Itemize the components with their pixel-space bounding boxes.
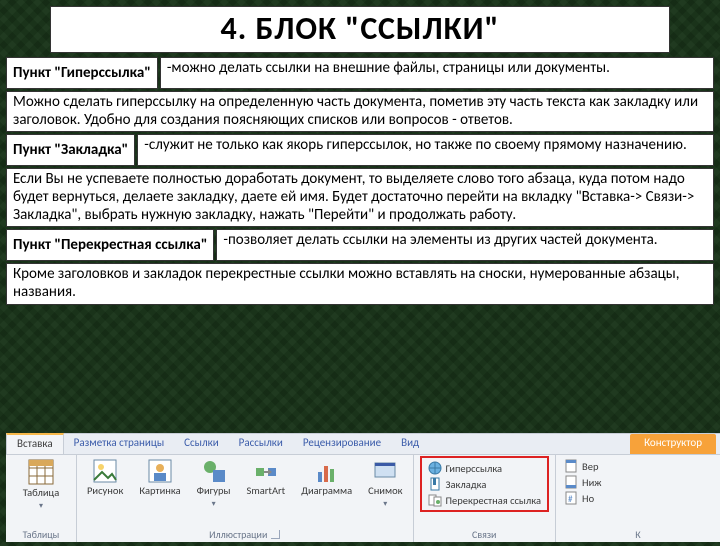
group-links: Гиперссылка Закладка Перекрестная ссылка… xyxy=(414,455,557,542)
group-label-links: Связи xyxy=(420,526,550,541)
dialog-launcher-icon[interactable] xyxy=(271,530,280,539)
word-ribbon: Вставка Разметка страницы Ссылки Рассылк… xyxy=(6,433,720,542)
chevron-down-icon: ▾ xyxy=(383,499,387,509)
crossref-label: Перекрестная ссылка xyxy=(446,494,542,507)
screenshot-icon xyxy=(372,458,398,484)
tab-designer[interactable]: Конструктор xyxy=(630,434,716,454)
group-label-illustrations: Иллюстрации xyxy=(83,526,407,541)
tab-insert[interactable]: Вставка xyxy=(6,433,64,454)
page-hash-icon: # xyxy=(564,491,578,505)
hyperlink-button[interactable]: Гиперссылка xyxy=(426,460,544,476)
tab-references[interactable]: Ссылки xyxy=(174,434,229,454)
ribbon-groups: Таблица ▾ Таблицы Рисунок Картинка Фигур… xyxy=(6,455,720,542)
footer-label: Ниж xyxy=(582,476,601,489)
page-top-icon xyxy=(564,459,578,473)
item-label-hyperlink: Пункт "Гиперссылка" xyxy=(6,57,158,89)
table-button-label: Таблица xyxy=(23,488,60,499)
svg-text:#: # xyxy=(568,494,573,505)
picture-label: Рисунок xyxy=(87,486,123,497)
chart-icon xyxy=(314,458,340,484)
pagenum-label: Но xyxy=(582,492,594,505)
item-desc-hyperlink: -можно делать ссылки на внешние файлы, с… xyxy=(160,57,714,89)
item-label-crossref: Пункт "Перекрестная ссылка" xyxy=(6,229,214,261)
picture-icon xyxy=(92,458,118,484)
bookmark-button[interactable]: Закладка xyxy=(426,476,544,492)
chart-label: Диаграмма xyxy=(301,486,352,497)
globe-icon xyxy=(428,461,442,475)
tab-page-layout[interactable]: Разметка страницы xyxy=(64,434,175,454)
item-desc-bookmark: -служит не только как якорь гиперссылок,… xyxy=(137,134,714,166)
item-row-crossref: Пункт "Перекрестная ссылка" -позволяет д… xyxy=(6,229,714,261)
smartart-icon xyxy=(253,458,279,484)
smartart-label: SmartArt xyxy=(247,486,286,497)
shapes-button[interactable]: Фигуры ▾ xyxy=(193,458,235,509)
footer-button[interactable]: Ниж xyxy=(562,474,714,490)
header-button[interactable]: Вер xyxy=(562,458,714,474)
group-header-footer: Вер Ниж # Но К xyxy=(556,455,720,542)
group-illustrations: Рисунок Картинка Фигуры ▾ SmartArt xyxy=(77,455,414,542)
page-title: 4. БЛОК "ССЫЛКИ" xyxy=(50,6,670,53)
tab-mailings[interactable]: Рассылки xyxy=(229,434,293,454)
pagenum-button[interactable]: # Но xyxy=(562,490,714,506)
clipart-label: Картинка xyxy=(139,486,180,497)
item-after-hyperlink: Можно сделать гиперссылку на определенну… xyxy=(6,91,714,132)
item-row-hyperlink: Пункт "Гиперссылка" -можно делать ссылки… xyxy=(6,57,714,89)
group-label-header: К xyxy=(562,526,714,541)
links-highlight: Гиперссылка Закладка Перекрестная ссылка xyxy=(420,456,550,512)
group-tables: Таблица ▾ Таблицы xyxy=(6,455,77,542)
tab-view[interactable]: Вид xyxy=(391,434,429,454)
chart-button[interactable]: Диаграмма xyxy=(297,458,356,509)
item-label-bookmark: Пункт "Закладка" xyxy=(6,134,135,166)
chevron-down-icon: ▾ xyxy=(212,499,216,509)
crossref-button[interactable]: Перекрестная ссылка xyxy=(426,492,544,508)
item-after-crossref: Кроме заголовков и закладок перекрестные… xyxy=(6,263,714,304)
item-after-bookmark: Если Вы не успеваете полностью доработат… xyxy=(6,168,714,227)
group-label-tables: Таблицы xyxy=(12,526,70,541)
table-button[interactable]: Таблица ▾ xyxy=(12,458,70,511)
screenshot-button[interactable]: Снимок ▾ xyxy=(364,458,406,509)
ribbon-tabs: Вставка Разметка страницы Ссылки Рассылк… xyxy=(6,434,720,455)
clipart-button[interactable]: Картинка xyxy=(135,458,184,509)
table-icon xyxy=(27,458,55,486)
chevron-down-icon: ▾ xyxy=(39,501,43,511)
hyperlink-label: Гиперссылка xyxy=(446,462,503,475)
shapes-icon xyxy=(201,458,227,484)
tab-review[interactable]: Рецензирование xyxy=(293,434,391,454)
item-row-bookmark: Пункт "Закладка" -служит не только как я… xyxy=(6,134,714,166)
item-desc-crossref: -позволяет делать ссылки на элементы из … xyxy=(216,229,714,261)
clipart-icon xyxy=(147,458,173,484)
bookmark-icon xyxy=(428,477,442,491)
bookmark-label: Закладка xyxy=(446,478,487,491)
screenshot-label: Снимок xyxy=(368,486,402,497)
header-label: Вер xyxy=(582,460,598,473)
shapes-label: Фигуры xyxy=(197,486,231,497)
smartart-button[interactable]: SmartArt xyxy=(243,458,290,509)
crossref-icon xyxy=(428,493,442,507)
picture-button[interactable]: Рисунок xyxy=(83,458,127,509)
page-bottom-icon xyxy=(564,475,578,489)
